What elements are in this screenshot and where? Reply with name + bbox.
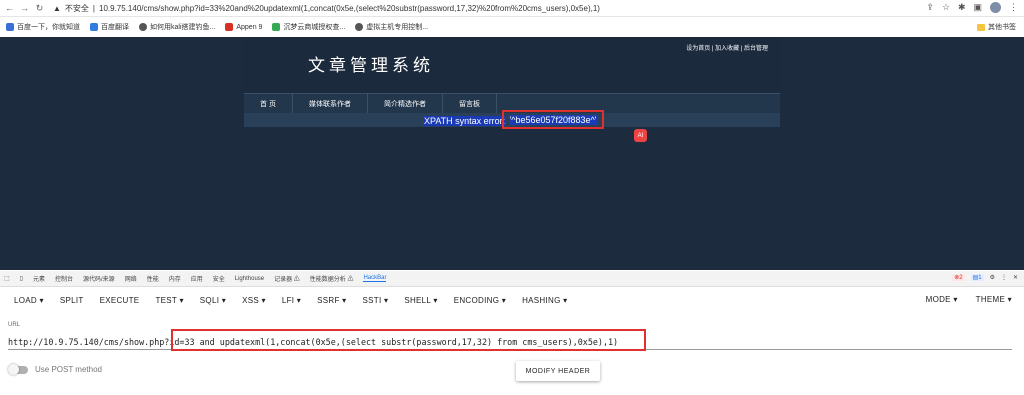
tab-sources[interactable]: 源代码/来源 xyxy=(83,274,115,283)
close-icon[interactable]: ✕ xyxy=(1013,274,1018,281)
bookmark-icon xyxy=(6,23,14,31)
toggle-knob xyxy=(8,364,19,375)
leaked-hash-highlight: '^be56e057f20f883e^' xyxy=(502,110,604,129)
tab-console[interactable]: 控制台 xyxy=(55,274,73,283)
hackbar-xss[interactable]: XSS ▾ xyxy=(242,296,266,305)
tab-application[interactable]: 应用 xyxy=(191,274,203,283)
back-icon[interactable]: ← xyxy=(4,3,15,13)
bookmark-icon xyxy=(355,23,364,31)
share-icon[interactable]: ⇪ xyxy=(926,2,934,13)
settings-icon[interactable]: ⚙ xyxy=(990,274,995,281)
menu-item-intro[interactable]: 简介精选作者 xyxy=(368,94,443,113)
address-bar[interactable]: ▲ 不安全 | 10.9.75.140/cms/show.php?id=33%2… xyxy=(53,3,600,14)
bookmark-item[interactable]: Appen 9 xyxy=(225,23,262,31)
site-header: 文章管理系统 设为首页 | 加入收藏 | 后台管理 xyxy=(244,37,780,93)
other-bookmarks[interactable]: 其他书签 xyxy=(977,22,1016,32)
star-icon[interactable]: ☆ xyxy=(942,2,950,13)
reload-icon[interactable]: ↻ xyxy=(34,3,45,14)
menu-item-guestbook[interactable]: 留言板 xyxy=(443,94,497,113)
tab-network[interactable]: 网络 xyxy=(125,274,137,283)
bookmark-item[interactable]: 虚拟主机专用控制... xyxy=(355,22,428,32)
hackbar-ssti[interactable]: SSTI ▾ xyxy=(363,296,389,305)
error-count-badge[interactable]: ⊗2 xyxy=(952,274,965,281)
bookmark-icon xyxy=(225,23,234,31)
bookmark-icon xyxy=(139,23,147,31)
menu-item-media[interactable]: 媒体联系作者 xyxy=(293,94,368,113)
hackbar-shell[interactable]: SHELL ▾ xyxy=(404,296,437,305)
tab-memory[interactable]: 内存 xyxy=(169,274,181,283)
bookmark-item[interactable]: 沉梦云商城授权查... xyxy=(272,22,345,32)
web-page: 文章管理系统 设为首页 | 加入收藏 | 后台管理 首 页 媒体联系作者 简介精… xyxy=(0,37,1024,270)
forward-icon[interactable]: → xyxy=(19,3,30,13)
hackbar-encoding[interactable]: ENCODING ▾ xyxy=(454,296,506,305)
toolbar-actions: ⇪ ☆ ✱ ▣ ⋮ xyxy=(926,2,1018,13)
tab-elements[interactable]: 元素 xyxy=(33,274,45,283)
payload-highlight xyxy=(171,329,646,351)
tab-security[interactable]: 安全 xyxy=(213,274,225,283)
hackbar-hashing[interactable]: HASHING ▾ xyxy=(522,296,567,305)
extensions-icon[interactable]: ✱ xyxy=(958,2,966,13)
sidepanel-icon[interactable]: ▣ xyxy=(973,2,982,13)
insecure-label: 不安全 xyxy=(64,3,89,13)
more-icon[interactable]: ⋮ xyxy=(1001,274,1007,281)
hackbar-split[interactable]: SPLIT xyxy=(60,296,84,305)
menu-item-home[interactable]: 首 页 xyxy=(244,94,293,113)
hackbar-sqli[interactable]: SQLI ▾ xyxy=(200,296,226,305)
post-method-label: Use POST method xyxy=(35,365,102,374)
ai-assistant-icon[interactable]: AI xyxy=(634,129,647,142)
post-method-toggle[interactable] xyxy=(8,364,28,375)
bookmark-item[interactable]: 如何用kali搭建钓鱼... xyxy=(139,22,215,32)
hackbar-ssrf[interactable]: SSRF ▾ xyxy=(317,296,346,305)
menu-icon[interactable]: ⋮ xyxy=(1009,2,1018,13)
warning-icon: ▲ xyxy=(53,3,61,13)
hackbar-lfi[interactable]: LFI ▾ xyxy=(282,296,301,305)
bookmark-item[interactable]: 百度翻译 xyxy=(90,22,129,32)
site-toplinks[interactable]: 设为首页 | 加入收藏 | 后台管理 xyxy=(686,43,768,52)
tab-hackbar[interactable]: HackBar xyxy=(363,275,387,282)
inspect-icon[interactable]: ⬚ xyxy=(4,275,10,282)
bookmark-item[interactable]: 百度一下，你就知道 xyxy=(6,22,80,32)
bookmark-icon xyxy=(272,23,281,31)
leaked-hash: '^be56e057f20f883e^' xyxy=(508,114,598,125)
bookmark-icon xyxy=(90,23,98,31)
modify-header-button[interactable]: MODIFY HEADER xyxy=(516,361,600,381)
device-icon[interactable]: ▯ xyxy=(20,275,23,282)
site-title: 文章管理系统 xyxy=(308,56,434,76)
tab-lighthouse[interactable]: Lighthouse xyxy=(235,276,264,282)
profile-avatar[interactable] xyxy=(990,2,1001,13)
xpath-error-text: XPATH syntax error: xyxy=(423,116,507,126)
folder-icon xyxy=(977,23,985,31)
tab-performance[interactable]: 性能 xyxy=(147,274,159,283)
bookmarks-bar: 百度一下，你就知道 百度翻译 如何用kali搭建钓鱼... Appen 9 沉梦… xyxy=(0,18,1024,36)
browser-toolbar: ← → ↻ ▲ 不安全 | 10.9.75.140/cms/show.php?i… xyxy=(0,0,1024,17)
hackbar-test[interactable]: TEST ▾ xyxy=(155,296,183,305)
hackbar-menu: LOAD ▾ SPLIT EXECUTE TEST ▾ SQLI ▾ XSS ▾… xyxy=(0,288,1024,312)
devtools-tabbar: ⬚ ▯ 元素 控制台 源代码/来源 网络 性能 内存 应用 安全 Lightho… xyxy=(0,271,1024,287)
address-url[interactable]: 10.9.75.140/cms/show.php?id=33%20and%20u… xyxy=(99,4,600,13)
tab-recorder[interactable]: 记录器 ⚠ xyxy=(274,274,300,283)
url-label: URL xyxy=(8,322,21,328)
devtools-actions: ⊗2 ▤1 ⚙ ⋮ ✕ xyxy=(952,274,1018,281)
hackbar-theme[interactable]: THEME ▾ xyxy=(976,295,1012,304)
tab-perf-insights[interactable]: 性能数据分析 ⚠ xyxy=(310,274,354,283)
issue-count-badge[interactable]: ▤1 xyxy=(970,274,984,281)
hackbar-load[interactable]: LOAD ▾ xyxy=(14,296,44,305)
hackbar-mode[interactable]: MODE ▾ xyxy=(926,295,958,304)
hackbar-execute[interactable]: EXECUTE xyxy=(100,296,140,305)
hackbar-right-menu: MODE ▾ THEME ▾ xyxy=(926,295,1012,304)
